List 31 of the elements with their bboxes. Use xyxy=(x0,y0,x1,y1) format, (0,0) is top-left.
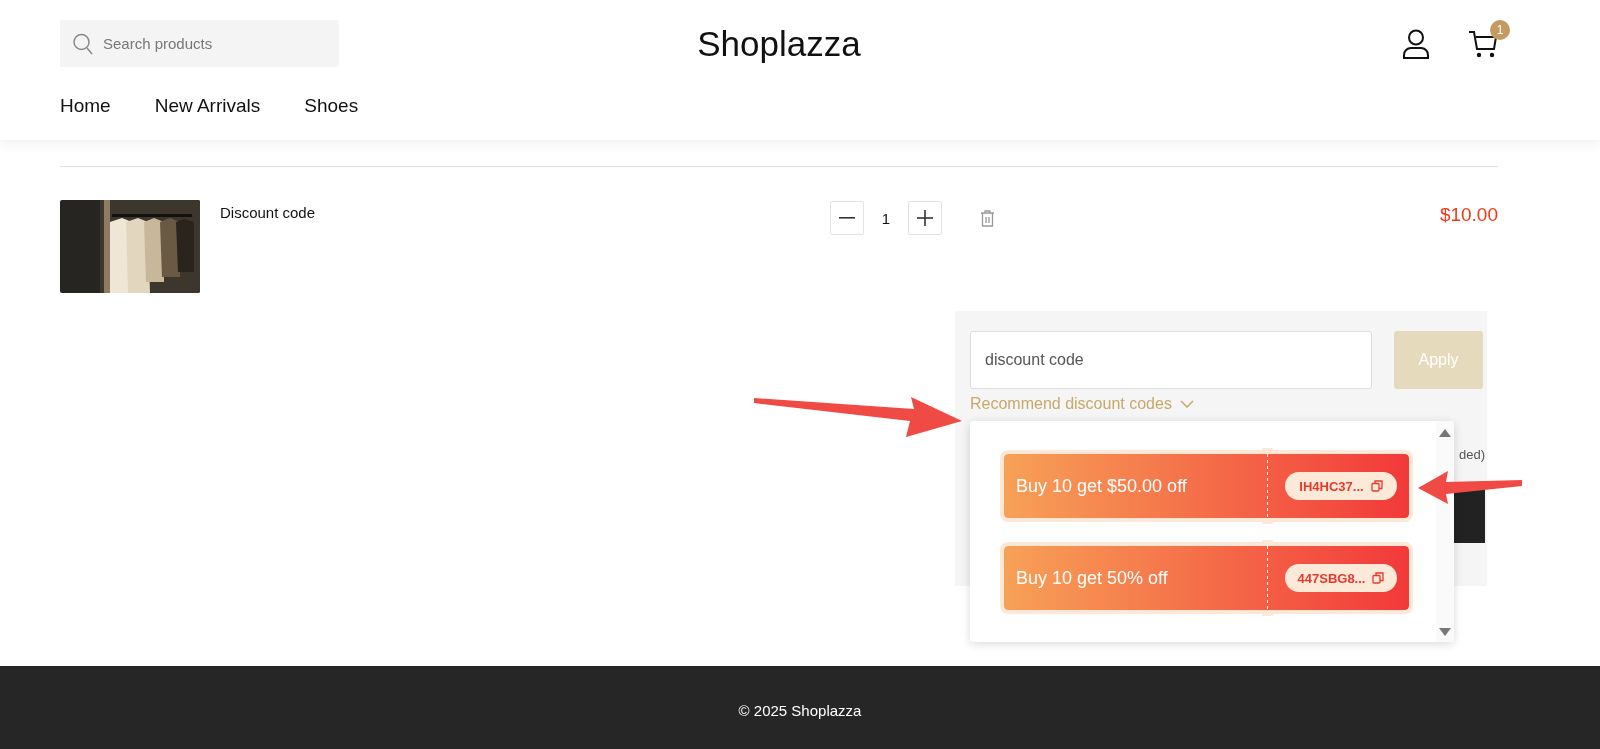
coupon-card[interactable]: Buy 10 get 50% off 447SBG8... xyxy=(1000,542,1413,614)
copy-icon xyxy=(1370,480,1383,492)
coupon-title: Buy 10 get 50% off xyxy=(1016,567,1168,589)
cart-icon[interactable] xyxy=(1468,28,1498,59)
scroll-down-icon[interactable] xyxy=(1439,628,1451,636)
search-field[interactable]: Search products xyxy=(60,20,339,67)
nav-link[interactable]: Shoes xyxy=(304,95,359,117)
item-price: $10.00 xyxy=(1439,204,1498,226)
minus-icon xyxy=(839,217,855,219)
plus-icon xyxy=(917,210,933,226)
coupon-card[interactable]: Buy 10 get $50.00 off IH4HC37... xyxy=(1000,450,1413,522)
nav-link[interactable]: New Arrivals xyxy=(154,95,261,117)
copy-code-button[interactable]: 447SBG8... xyxy=(1285,564,1397,592)
discount-code-field[interactable]: discount code xyxy=(970,331,1372,389)
trash-icon[interactable] xyxy=(980,209,995,227)
scroll-up-icon[interactable] xyxy=(1439,429,1451,437)
recommend-codes-toggle[interactable]: Recommend discount codes xyxy=(970,395,1194,413)
chevron-icon xyxy=(1179,400,1194,408)
copy-code-button[interactable]: IH4HC37... xyxy=(1285,472,1397,500)
cart-count-badge: 1 xyxy=(1490,19,1510,40)
product-title[interactable]: Discount code xyxy=(220,204,830,221)
user-icon[interactable] xyxy=(1402,28,1430,59)
copyright-text: © 2025 Shoplazza xyxy=(738,702,862,719)
quantity-value: 1 xyxy=(880,209,892,227)
store-logo[interactable]: Shoplazza xyxy=(697,23,861,64)
increase-button[interactable] xyxy=(908,201,942,235)
copy-icon xyxy=(1372,572,1385,584)
coupon-title: Buy 10 get $50.00 off xyxy=(1016,475,1187,497)
decrease-button[interactable] xyxy=(830,201,864,235)
nav-link[interactable]: Home xyxy=(60,95,111,117)
note-text: ded) xyxy=(1458,447,1485,462)
